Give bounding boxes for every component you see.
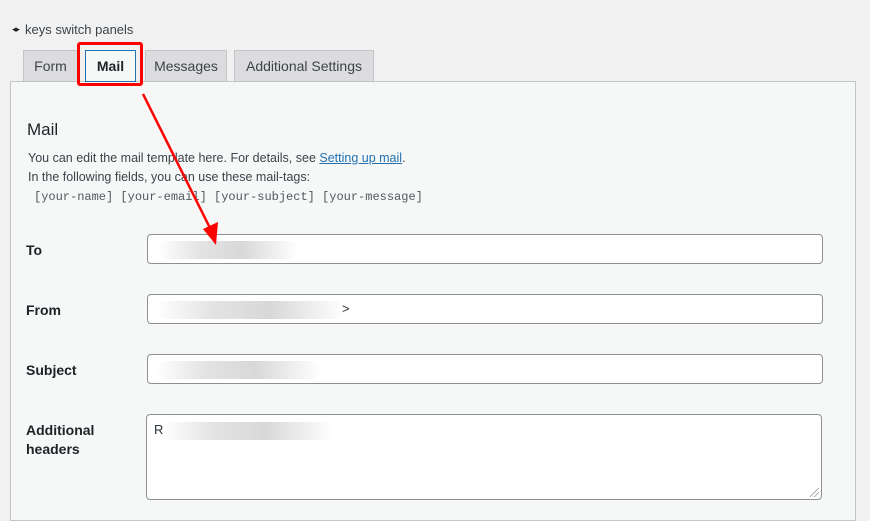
redacted-value xyxy=(158,241,298,259)
description-line-2: In the following fields, you can use the… xyxy=(28,170,311,184)
mail-tags: [your-name] [your-email] [your-subject] … xyxy=(34,190,423,204)
description-text: You can edit the mail template here. For… xyxy=(28,151,320,165)
keys-hint: ◂▸ keys switch panels xyxy=(12,22,133,37)
redacted-value xyxy=(163,422,333,440)
additional-headers-label-line-2: headers xyxy=(26,441,80,457)
from-value-suffix: > xyxy=(342,301,350,316)
description-suffix: . xyxy=(402,151,406,165)
tab-messages[interactable]: Messages xyxy=(145,50,227,81)
description-line-1: You can edit the mail template here. For… xyxy=(28,151,406,165)
subject-field[interactable] xyxy=(147,354,823,384)
keys-hint-label: keys switch panels xyxy=(25,22,134,37)
annotation-highlight-box xyxy=(77,42,143,86)
to-field[interactable] xyxy=(147,234,823,264)
resize-handle-icon[interactable] xyxy=(810,488,819,497)
left-right-arrows-icon: ◂▸ xyxy=(12,24,20,34)
additional-headers-label-line-1: Additional xyxy=(26,422,95,438)
setting-up-mail-link[interactable]: Setting up mail xyxy=(319,151,402,165)
redacted-value xyxy=(156,301,346,319)
tab-additional-settings[interactable]: Additional Settings xyxy=(234,50,374,81)
headers-value-prefix: R xyxy=(154,422,164,437)
section-title: Mail xyxy=(27,120,59,139)
redacted-value xyxy=(156,361,321,379)
from-field[interactable]: > xyxy=(147,294,823,324)
additional-headers-label: Additional headers xyxy=(26,421,94,459)
to-label: To xyxy=(26,242,43,258)
subject-label: Subject xyxy=(26,362,77,378)
additional-headers-textarea[interactable]: R xyxy=(146,414,822,500)
from-label: From xyxy=(26,302,61,318)
tab-form[interactable]: Form xyxy=(23,50,78,81)
